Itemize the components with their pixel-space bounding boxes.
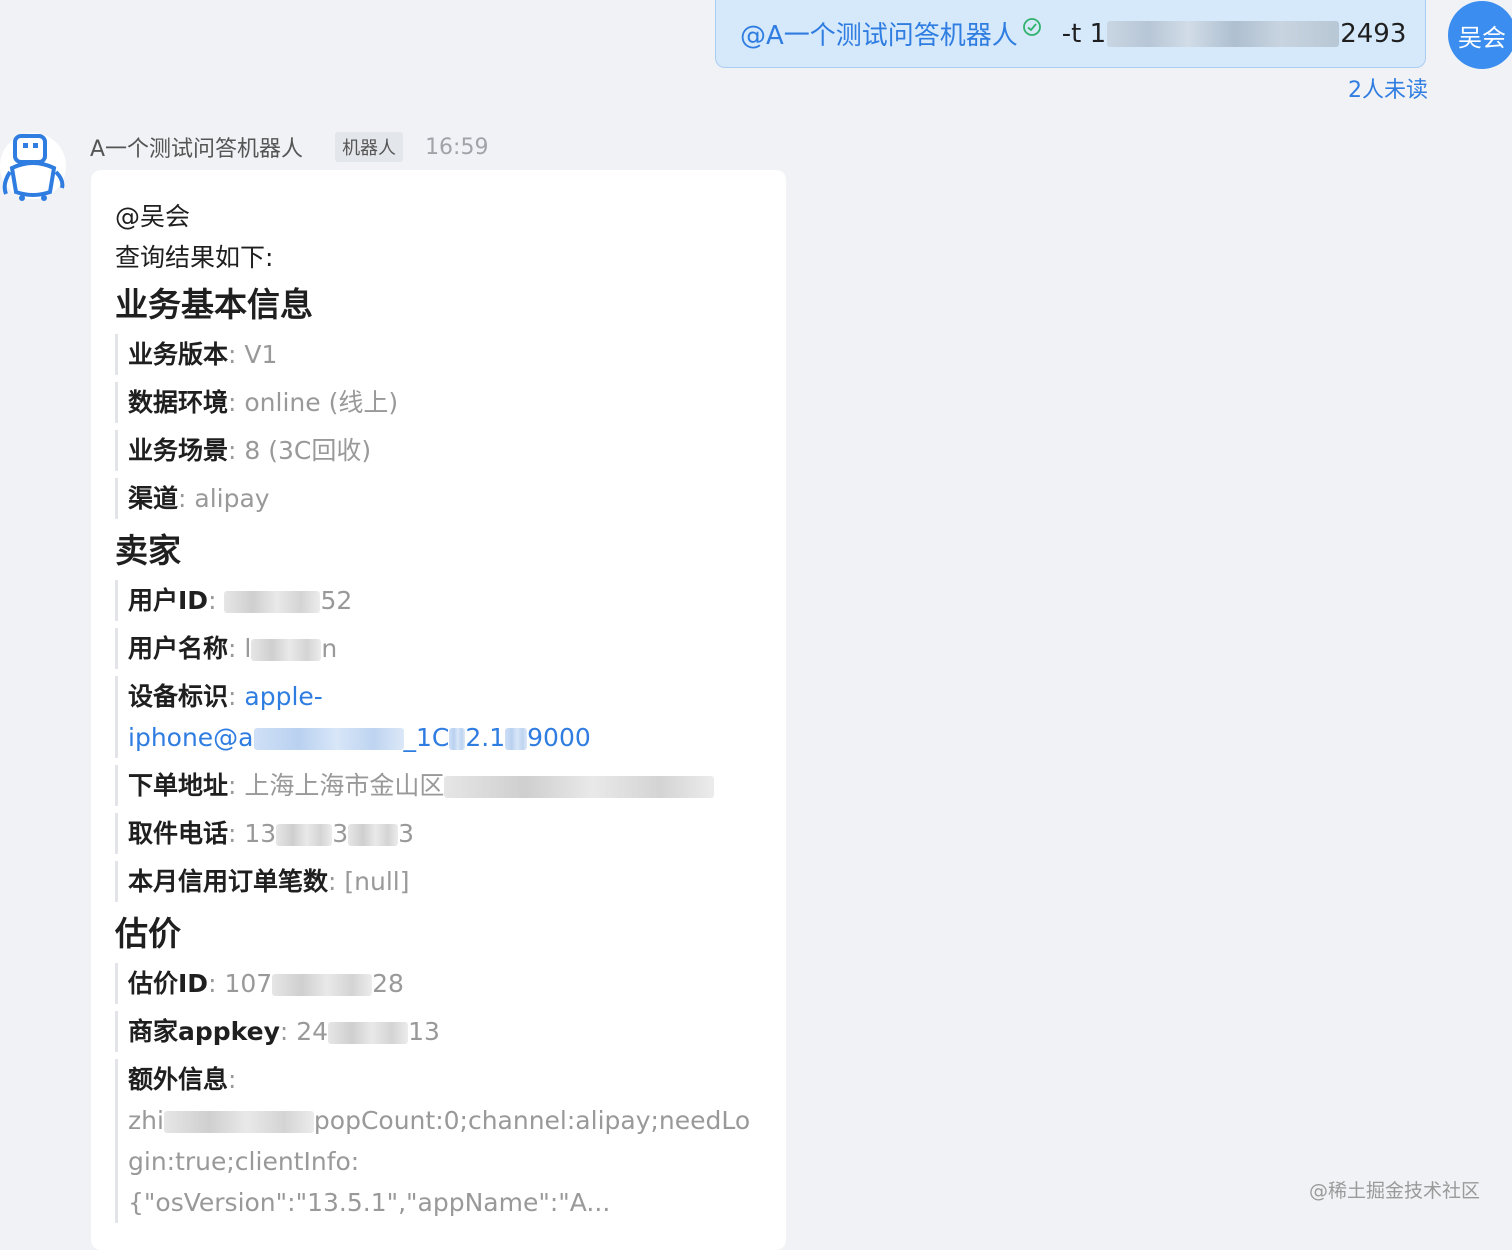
section-title-seller: 卖家 [115,531,181,570]
field-key: 估价ID [128,969,209,998]
field-value: gin:true;clientInfo: [128,1147,360,1176]
field-key: 下单地址 [128,771,229,800]
field-credit-orders: 本月信用订单笔数: [null] [115,861,764,902]
field-appkey: 商家appkey: 24 13 [115,1011,764,1052]
masked-digits [1107,20,1340,47]
field-value: 107 [224,969,273,998]
blurred-value [163,1111,314,1133]
field-key: 设备标识 [128,682,229,711]
field-scene: 业务场景: 8 (3C回收) [115,430,764,471]
device-link[interactable]: apple- [244,682,322,711]
blurred-value [444,776,715,798]
field-key: 本月信用订单笔数 [128,867,329,896]
bot-message-card[interactable]: @吴会 查询结果如下: 业务基本信息 业务版本: V1 数据环境: online… [91,170,786,1250]
blurred-value [505,728,528,750]
field-key: 渠道 [128,484,179,513]
field-key: 额外信息 [128,1065,229,1094]
watermark-footer: @稀土掘金技术社区 [1308,1180,1480,1202]
unread-count[interactable]: 2人未读 [1348,72,1428,104]
field-value: alipay [194,484,270,513]
blurred-value [328,1022,409,1044]
field-value: 上海上海市金山区 [244,771,445,800]
field-version: 业务版本: V1 [115,334,764,375]
mention-bot[interactable]: @A一个测试问答机器人 [740,15,1018,52]
field-value: {"osVersion":"13.5.1","appName":"A... [128,1188,611,1217]
sender-name[interactable]: A一个测试问答机器人 [90,131,303,163]
field-value: 13 [408,1017,440,1046]
blurred-value [251,639,322,661]
outgoing-message-bubble[interactable]: @A一个测试问答机器人 -t 1 2493 [715,0,1426,68]
command-suffix: 2493 [1340,18,1407,49]
message-time: 16:59 [425,134,489,160]
user-avatar[interactable]: 吴会 [1448,1,1512,69]
field-key: 数据环境 [128,388,229,417]
field-pickup-phone: 取件电话: 13 3 3 [115,813,764,854]
verified-check-icon [1022,17,1041,36]
field-key: 业务版本 [128,340,229,369]
field-value: zhi [128,1106,164,1135]
field-value: [null] [344,867,410,896]
robot-avatar-icon[interactable] [0,128,66,204]
bot-badge: 机器人 [335,132,404,162]
field-address: 下单地址: 上海上海市金山区 [115,765,764,806]
intro-text: 查询结果如下: [115,243,274,272]
mention-user: @吴会 [115,202,191,231]
field-value: online (线上) [244,388,399,417]
field-env: 数据环境: online (线上) [115,382,764,423]
device-link[interactable]: 9000 [527,723,591,752]
field-value: 52 [320,586,353,615]
section-title-basic: 业务基本信息 [115,285,313,324]
device-link[interactable]: 2.1 [465,723,505,752]
field-value: 3 [398,819,415,848]
field-key: 用户ID [128,586,209,615]
field-key: 用户名称 [128,634,229,663]
field-value: 24 [296,1017,329,1046]
field-channel: 渠道: alipay [115,478,764,519]
blurred-value [276,824,333,846]
field-user-name: 用户名称: ln [115,628,764,669]
field-value: 13 [244,819,277,848]
field-device-id: 设备标识: apple-iphone@a _1C 2.1 9000 [115,676,764,758]
field-key: 取件电话 [128,819,229,848]
field-user-id: 用户ID: 52 [115,580,764,621]
command-prefix: -t 1 [1061,18,1107,49]
field-value: 8 (3C回收) [244,436,372,465]
field-value: 28 [372,969,404,998]
blurred-value [224,591,321,613]
field-value: popCount:0;channel:alipay;needLo [313,1106,751,1135]
field-key: 业务场景 [128,436,229,465]
device-link[interactable]: iphone@a [128,723,254,752]
field-extra-info: 额外信息: zhi popCount:0;channel:alipay;needLo… [115,1059,764,1223]
blurred-value [272,974,373,996]
field-value: n [321,634,338,663]
field-estimate-id: 估价ID: 107 28 [115,963,764,1004]
section-title-estimate: 估价 [115,914,181,953]
blurred-value [348,824,399,846]
field-value: V1 [244,340,278,369]
field-value: l [244,634,252,663]
device-link[interactable]: _1C [404,723,450,752]
sender-row: A一个测试问答机器人 机器人 16:59 [90,132,488,162]
blurred-value [449,728,466,750]
field-value: 3 [332,819,349,848]
blurred-value [253,728,404,750]
field-key: 商家appkey [128,1017,280,1046]
